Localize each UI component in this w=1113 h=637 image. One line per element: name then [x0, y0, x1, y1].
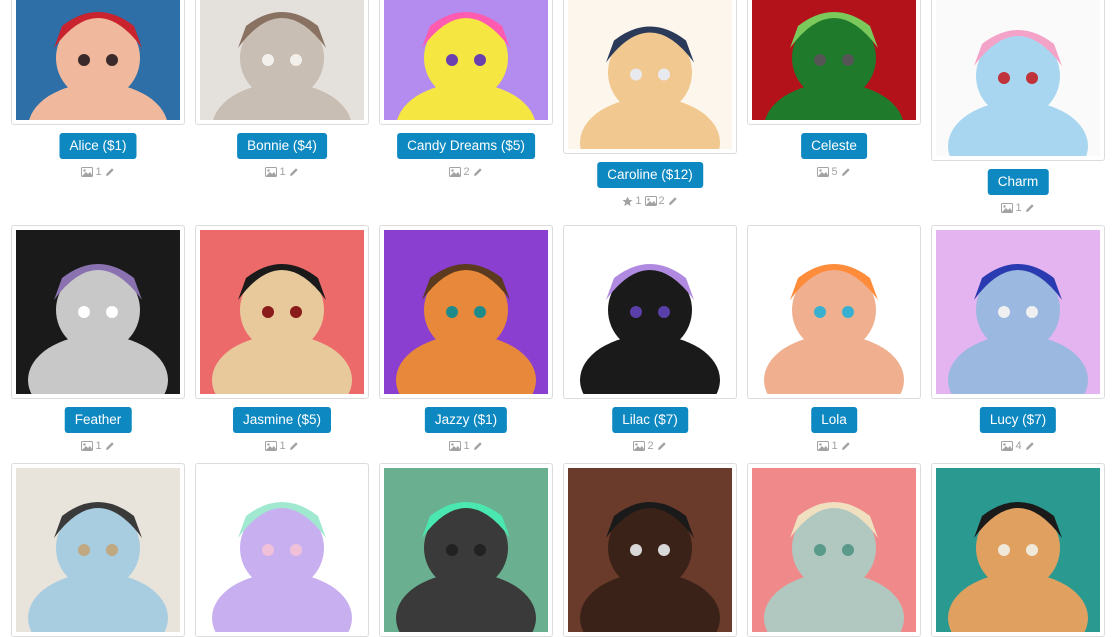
character-stats: 4 [931, 440, 1105, 452]
character-artwork [16, 0, 180, 120]
character-stats: 1 [11, 440, 185, 452]
character-name-button[interactable]: Charm [987, 169, 1049, 195]
character-artwork [568, 0, 732, 149]
character-thumbnail[interactable] [11, 463, 185, 637]
image-icon [817, 167, 830, 178]
image-count: 1 [95, 166, 102, 179]
character-name-button[interactable]: Candy Dreams ($5) [397, 133, 535, 159]
character-artwork [936, 468, 1100, 632]
character-thumbnail[interactable] [931, 463, 1105, 637]
character-name-button[interactable]: Celeste [801, 133, 867, 159]
character-thumbnail[interactable] [11, 0, 185, 125]
image-count: 4 [1015, 440, 1022, 453]
character-name-button[interactable]: Lola [811, 407, 857, 433]
character-thumbnail[interactable] [379, 0, 553, 125]
character-artwork [568, 468, 732, 632]
character-artwork [200, 0, 364, 120]
pencil-icon[interactable] [841, 167, 851, 177]
image-count: 2 [647, 440, 654, 453]
pencil-icon[interactable] [473, 167, 483, 177]
character-artwork [384, 468, 548, 632]
image-icon [265, 167, 278, 178]
image-icon [449, 167, 462, 178]
character-stats: 12 [563, 195, 737, 207]
image-count: 1 [831, 440, 838, 453]
image-count: 1 [463, 440, 470, 453]
character-name-button[interactable]: Caroline ($12) [597, 162, 703, 188]
character-artwork [384, 230, 548, 394]
character-stats: 1 [11, 166, 185, 178]
character-thumbnail[interactable] [379, 463, 553, 637]
character-thumbnail[interactable] [563, 0, 737, 154]
character-thumbnail[interactable] [747, 225, 921, 399]
image-icon [265, 441, 278, 452]
image-count: 1 [1015, 202, 1022, 215]
pencil-icon[interactable] [105, 167, 115, 177]
pencil-icon[interactable] [657, 441, 667, 451]
character-artwork [752, 0, 916, 120]
image-icon [1001, 203, 1014, 214]
character-thumbnail[interactable] [747, 0, 921, 125]
character-name-button[interactable]: Lucy ($7) [979, 407, 1057, 433]
image-icon [81, 167, 94, 178]
character-stats: 1 [379, 440, 553, 452]
character-artwork [936, 0, 1100, 156]
image-icon [633, 441, 646, 452]
pencil-icon[interactable] [105, 441, 115, 451]
pencil-icon[interactable] [289, 167, 299, 177]
character-name-button[interactable]: Alice ($1) [59, 133, 137, 159]
character-thumbnail[interactable] [195, 225, 369, 399]
character-thumbnail[interactable] [563, 225, 737, 399]
character-stats: 2 [379, 166, 553, 178]
character-name-button[interactable]: Jazzy ($1) [424, 407, 508, 433]
character-thumbnail[interactable] [195, 463, 369, 637]
character-thumbnail[interactable] [563, 463, 737, 637]
favorites-count: 1 [635, 195, 642, 208]
character-stats: 2 [563, 440, 737, 452]
image-count: 1 [279, 166, 286, 179]
image-icon [817, 441, 830, 452]
character-stats: 1 [931, 202, 1105, 214]
image-icon [1001, 441, 1014, 452]
image-count: 2 [658, 195, 665, 208]
character-artwork [200, 468, 364, 632]
pencil-icon[interactable] [473, 441, 483, 451]
character-name-button[interactable]: Jasmine ($5) [232, 407, 332, 433]
character-artwork [384, 0, 548, 120]
pencil-icon[interactable] [289, 441, 299, 451]
character-artwork [752, 468, 916, 632]
character-artwork [16, 468, 180, 632]
character-artwork [752, 230, 916, 394]
character-name-button[interactable]: Bonnie ($4) [237, 133, 327, 159]
character-thumbnail[interactable] [379, 225, 553, 399]
character-thumbnail[interactable] [195, 0, 369, 125]
character-stats: 1 [195, 440, 369, 452]
character-name-button[interactable]: Feather [64, 407, 132, 433]
image-icon [644, 196, 657, 207]
image-icon [81, 441, 94, 452]
character-stats: 1 [195, 166, 369, 178]
character-stats: 1 [747, 440, 921, 452]
character-stats: 5 [747, 166, 921, 178]
image-count: 1 [95, 440, 102, 453]
image-count: 5 [831, 166, 838, 179]
pencil-icon[interactable] [1025, 441, 1035, 451]
pencil-icon[interactable] [668, 196, 678, 206]
pencil-icon[interactable] [1025, 203, 1035, 213]
character-thumbnail[interactable] [931, 225, 1105, 399]
character-name-button[interactable]: Lilac ($7) [612, 407, 688, 433]
character-artwork [568, 230, 732, 394]
character-thumbnail[interactable] [747, 463, 921, 637]
pencil-icon[interactable] [841, 441, 851, 451]
character-artwork [200, 230, 364, 394]
character-thumbnail[interactable] [11, 225, 185, 399]
character-artwork [16, 230, 180, 394]
image-icon [449, 441, 462, 452]
star-icon [622, 196, 633, 206]
character-thumbnail[interactable] [931, 0, 1105, 161]
image-count: 1 [279, 440, 286, 453]
character-artwork [936, 230, 1100, 394]
image-count: 2 [463, 166, 470, 179]
